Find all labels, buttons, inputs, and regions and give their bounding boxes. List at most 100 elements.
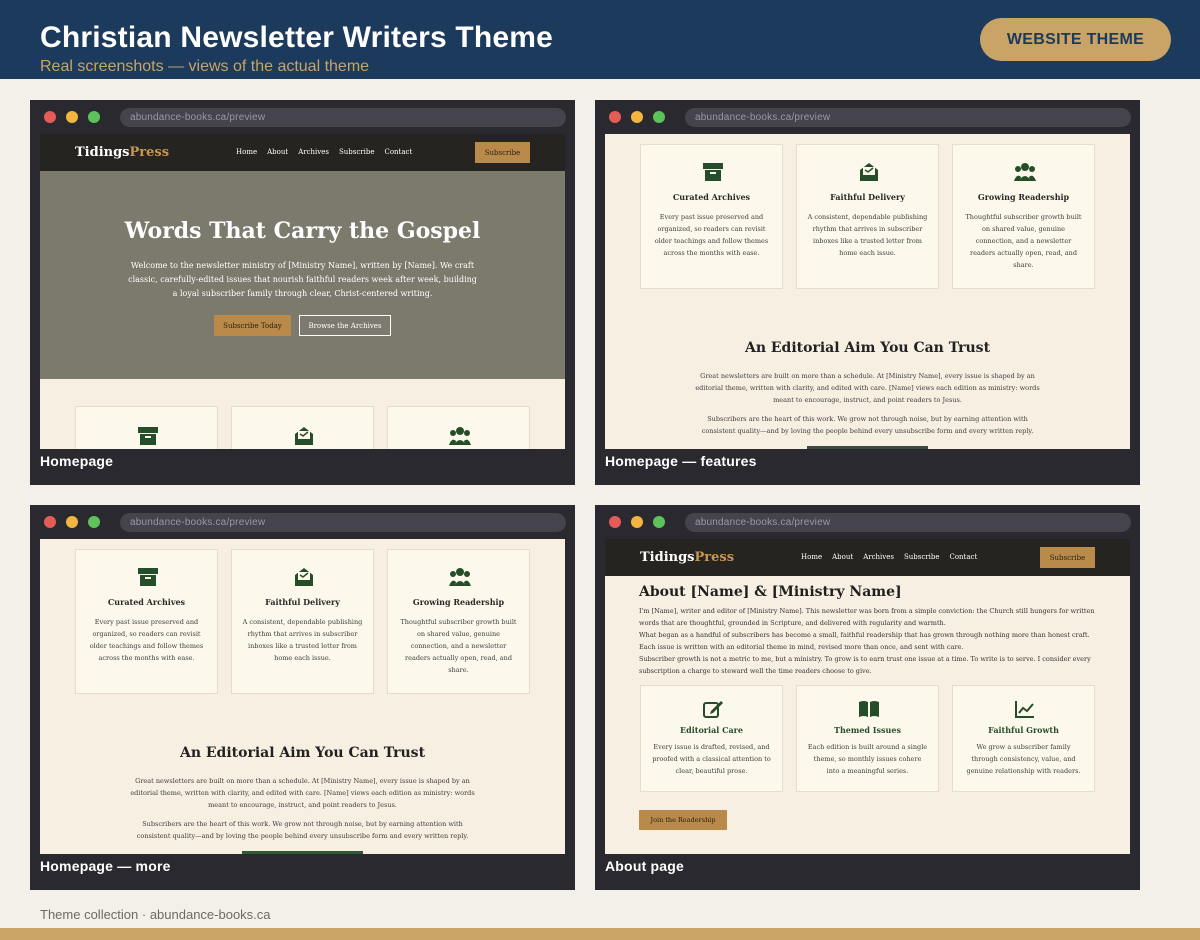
feature-title: Faithful Growth [988, 725, 1059, 735]
nav-home[interactable]: Home [801, 553, 822, 561]
feature-card: Growing Readership Thoughtful subscriber… [387, 549, 530, 694]
minimize-dot-icon[interactable] [66, 111, 78, 123]
nav-subscribe[interactable]: Subscribe [339, 148, 375, 156]
feature-title: Editorial Care [680, 725, 743, 735]
nav-about[interactable]: About [267, 148, 288, 156]
website-theme-badge[interactable]: WEBSITE THEME [980, 18, 1171, 61]
address-bar[interactable]: abundance-books.ca/preview [685, 513, 1131, 532]
maximize-dot-icon[interactable] [88, 516, 100, 528]
feature-card [387, 406, 530, 449]
site-nav: TidingsPress Home About Archives Subscri… [40, 134, 565, 171]
brand-part2: Press [694, 550, 735, 565]
footer-bar [0, 928, 1200, 940]
chart-line-icon [1015, 701, 1034, 718]
envelope-open-icon [295, 568, 313, 586]
envelope-open-icon [295, 427, 313, 445]
cutoff-button[interactable] [807, 446, 928, 449]
maximize-dot-icon[interactable] [653, 111, 665, 123]
address-bar[interactable]: abundance-books.ca/preview [685, 108, 1131, 127]
feature-title: Themed Issues [834, 725, 901, 735]
nav-contact[interactable]: Contact [384, 148, 412, 156]
minimize-dot-icon[interactable] [631, 516, 643, 528]
nav-subscribe-button[interactable]: Subscribe [1040, 547, 1095, 568]
maximize-dot-icon[interactable] [88, 111, 100, 123]
address-bar[interactable]: abundance-books.ca/preview [120, 513, 566, 532]
browse-archives-button[interactable]: Browse the Archives [299, 315, 391, 336]
page-subtitle: Real screenshots — views of the actual t… [40, 58, 370, 75]
close-dot-icon[interactable] [44, 111, 56, 123]
feature-text: A consistent, dependable publishing rhyt… [807, 213, 928, 257]
feature-card: Curated Archives Every past issue preser… [75, 549, 218, 694]
nav-about[interactable]: About [832, 553, 853, 561]
nav-archives[interactable]: Archives [863, 553, 894, 561]
caption-features: Homepage — features [605, 453, 757, 469]
users-icon [449, 427, 471, 445]
site-nav: TidingsPress Home About Archives Subscri… [605, 539, 1130, 576]
close-dot-icon[interactable] [44, 516, 56, 528]
book-open-icon [859, 701, 879, 717]
nav-subscribe[interactable]: Subscribe [904, 553, 940, 561]
feature-text: Every past issue preserved and organized… [654, 213, 769, 257]
minimize-dot-icon[interactable] [631, 111, 643, 123]
browser-frame-about: abundance-books.ca/preview TidingsPress … [595, 505, 1140, 890]
brand-part1: Tidings [75, 145, 130, 160]
feature-text: Thoughtful subscriber growth built on sh… [400, 618, 517, 674]
feature-card: Faithful Delivery A consistent, dependab… [796, 144, 939, 289]
maximize-dot-icon[interactable] [653, 516, 665, 528]
section-paragraph: Great newsletters are built on more than… [130, 777, 475, 809]
browser-frame-features: abundance-books.ca/preview Curated Archi… [595, 100, 1140, 485]
feature-title: Faithful Delivery [830, 192, 905, 202]
caption-homepage: Homepage [40, 453, 114, 469]
site-brand[interactable]: TidingsPress [75, 145, 169, 160]
feature-text: Each edition is built around a single th… [807, 743, 928, 775]
cutoff-button[interactable] [242, 851, 363, 854]
hero-title: Words That Carry the Gospel [124, 218, 481, 244]
section-title: An Editorial Aim You Can Trust [179, 745, 426, 761]
close-dot-icon[interactable] [609, 111, 621, 123]
page-viewport: Curated Archives Every past issue preser… [40, 539, 565, 854]
footer-text: Theme collection · abundance-books.ca [40, 907, 271, 922]
feature-title: Growing Readership [412, 597, 505, 607]
caption-about: About page [605, 858, 684, 874]
users-icon [449, 568, 471, 586]
hero-text: Welcome to the newsletter ministry of [M… [128, 261, 477, 298]
feature-text: We grow a subscriber family through cons… [966, 743, 1081, 775]
feature-card [75, 406, 218, 449]
feature-card: Faithful Delivery A consistent, dependab… [231, 549, 374, 694]
edit-icon [703, 701, 723, 718]
close-dot-icon[interactable] [609, 516, 621, 528]
browser-frame-more: abundance-books.ca/preview Curated Archi… [30, 505, 575, 890]
about-title: About [Name] & [Ministry Name] [639, 584, 902, 600]
section-title: An Editorial Aim You Can Trust [744, 340, 991, 356]
brand-part2: Press [129, 145, 170, 160]
brand-part1: Tidings [640, 550, 695, 565]
nav-home[interactable]: Home [236, 148, 257, 156]
section-paragraph: Subscribers are the heart of this work. … [701, 415, 1034, 435]
minimize-dot-icon[interactable] [66, 516, 78, 528]
feature-title: Growing Readership [977, 192, 1070, 202]
archive-icon [138, 427, 158, 445]
caption-more: Homepage — more [40, 858, 171, 874]
nav-contact[interactable]: Contact [949, 553, 977, 561]
hero: Words That Carry the Gospel Welcome to t… [40, 171, 565, 379]
address-bar[interactable]: abundance-books.ca/preview [120, 108, 566, 127]
feature-title: Curated Archives [107, 597, 186, 607]
nav-archives[interactable]: Archives [298, 148, 329, 156]
feature-text: Every past issue preserved and organized… [89, 618, 204, 662]
about-paragraph: Subscriber growth is not a metric to me,… [639, 655, 1091, 675]
feature-title: Curated Archives [672, 192, 751, 202]
page-title: Christian Newsletter Writers Theme [40, 21, 554, 54]
page-viewport: Curated Archives Every past issue preser… [605, 134, 1130, 449]
browser-frame-homepage: abundance-books.ca/preview TidingsPress … [30, 100, 575, 485]
about-paragraph: What began as a handful of subscribers h… [639, 631, 1090, 651]
feature-card [231, 406, 374, 449]
page-viewport: TidingsPress Home About Archives Subscri… [605, 539, 1130, 854]
subscribe-today-button[interactable]: Subscribe Today [214, 315, 291, 336]
nav-subscribe-button[interactable]: Subscribe [475, 142, 530, 163]
archive-icon [138, 568, 158, 586]
feature-text: Thoughtful subscriber growth built on sh… [965, 213, 1082, 269]
join-readership-button[interactable]: Join the Readership [639, 810, 727, 830]
site-brand[interactable]: TidingsPress [640, 550, 734, 565]
about-feature-card: Faithful Growth We grow a subscriber fam… [952, 685, 1095, 792]
about-paragraph: I'm [Name], writer and editor of [Minist… [639, 607, 1095, 627]
